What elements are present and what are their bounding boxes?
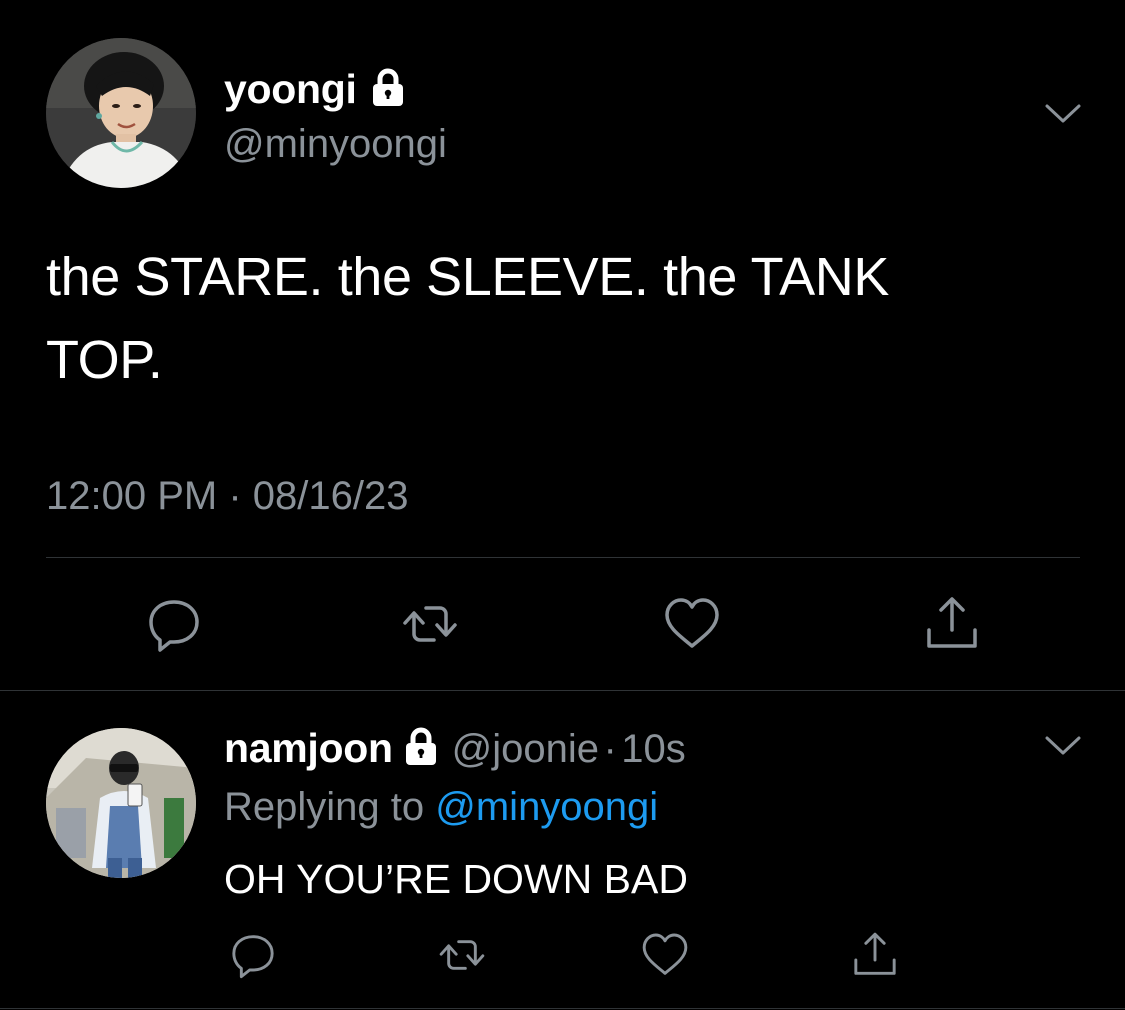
avatar-photo [46,728,196,878]
divider [46,557,1080,558]
replying-to-mention[interactable]: @minyoongi [435,785,658,829]
share-icon[interactable] [922,594,982,654]
chevron-down-icon[interactable] [1043,102,1083,126]
tweet-text-line-2: TOP. [46,330,163,390]
tweet-age[interactable]: 10s [621,727,686,771]
reply-text: OH YOU’RE DOWN BAD [224,856,688,902]
main-tweet: yoongi @minyoongi the STARE. the SLEEVE.… [0,0,1125,690]
avatar[interactable] [46,728,196,878]
avatar[interactable] [46,38,196,188]
handle[interactable]: @joonie [452,727,599,771]
timestamp[interactable]: 12:00 PM · 08/16/23 [46,474,409,519]
action-bar [0,590,1125,660]
lock-icon [406,727,437,765]
retweet-icon[interactable] [400,594,460,654]
display-name[interactable]: yoongi [224,66,357,112]
tweet-text-line-1: the STARE. the SLEEVE. the TANK [46,247,890,307]
replying-to: Replying to @minyoongi [224,785,658,830]
heart-icon[interactable] [662,594,722,654]
timestamp-separator: · [228,474,242,518]
display-name-row: yoongi [224,66,408,113]
retweet-icon[interactable] [437,930,487,980]
bottom-divider [0,1008,1125,1009]
header-separator: · [603,727,617,771]
share-icon[interactable] [850,930,900,980]
comment-icon[interactable] [144,594,204,654]
avatar-photo [46,38,196,188]
tweet-time: 12:00 PM [46,474,218,518]
comment-icon[interactable] [228,930,278,980]
chevron-down-icon[interactable] [1043,734,1083,758]
lock-icon [372,68,403,106]
handle[interactable]: @minyoongi [224,122,447,167]
display-name[interactable]: namjoon [224,725,393,771]
reply-header: namjoon @joonie · 10s [224,725,686,772]
replying-to-label: Replying to [224,785,425,829]
reply-action-bar [0,930,1125,990]
tweet-date: 08/16/23 [252,474,409,518]
tweet-text: the STARE. the SLEEVE. the TANK TOP. [46,236,1086,402]
heart-icon[interactable] [640,930,690,980]
